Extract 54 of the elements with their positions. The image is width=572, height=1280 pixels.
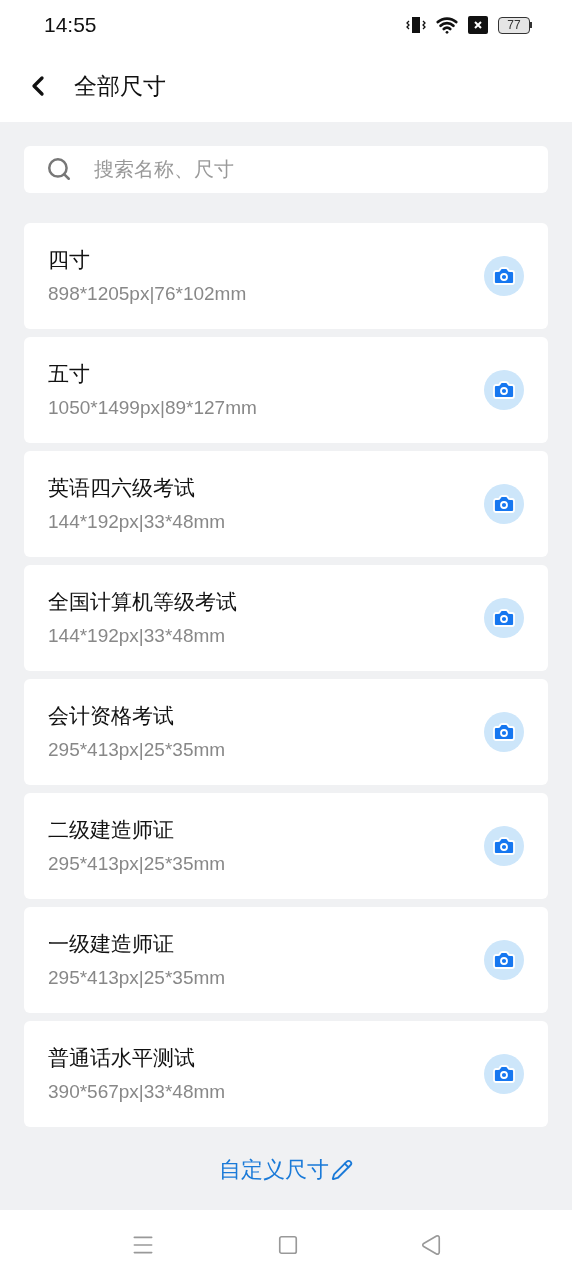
camera-icon [492, 948, 516, 972]
wifi-icon [436, 14, 458, 36]
no-sim-icon [468, 16, 488, 34]
camera-icon [492, 492, 516, 516]
search-field[interactable]: 搜索名称、尺寸 [24, 146, 548, 193]
page-title: 全部尺寸 [74, 71, 166, 101]
search-icon [46, 156, 72, 182]
size-spec: 295*413px|25*35mm [48, 737, 226, 762]
size-spec: 144*192px|33*48mm [48, 623, 227, 648]
status-time: 14:55 [44, 12, 97, 39]
camera-icon [492, 834, 516, 858]
camera-button[interactable] [484, 598, 524, 638]
camera-button[interactable] [484, 712, 524, 752]
size-spec: 144*192px|33*48mm [48, 509, 226, 534]
square-icon [277, 1234, 299, 1256]
pencil-icon [331, 1158, 353, 1181]
camera-icon [492, 264, 516, 288]
custom-size-link[interactable]: 自定义尺寸 [219, 1153, 353, 1186]
camera-button[interactable] [484, 484, 524, 524]
size-card[interactable]: 一级建造师证 295*413px|25*35mm [24, 907, 548, 1013]
camera-button[interactable] [484, 256, 524, 296]
size-name: 五寸 [48, 361, 91, 387]
camera-icon [492, 606, 516, 630]
size-spec: 390*567px|33*48mm [48, 1079, 226, 1104]
size-name: 一级建造师证 [48, 931, 175, 957]
size-name: 英语四六级考试 [48, 475, 196, 501]
camera-button[interactable] [484, 826, 524, 866]
size-card[interactable]: 普通话水平测试 390*567px|33*48mm [24, 1021, 548, 1127]
size-name: 会计资格考试 [48, 703, 175, 729]
size-card[interactable]: 会计资格考试 295*413px|25*35mm [24, 679, 548, 785]
camera-icon [492, 1062, 516, 1086]
size-name: 全国计算机等级考试 [48, 589, 237, 615]
camera-button[interactable] [484, 940, 524, 980]
triangle-icon [420, 1234, 442, 1256]
size-spec: 295*413px|25*35mm [48, 851, 226, 876]
size-spec: 1050*1499px|89*127mm [48, 395, 257, 420]
size-card[interactable]: 四寸 898*1205px|76*102mm [24, 223, 548, 329]
size-card[interactable]: 二级建造师证 295*413px|25*35mm [24, 793, 548, 899]
home-nav-button[interactable] [277, 1234, 299, 1256]
size-card[interactable]: 英语四六级考试 144*192px|33*48mm [24, 451, 548, 557]
camera-button[interactable] [484, 1054, 524, 1094]
camera-icon [492, 720, 516, 744]
size-name: 二级建造师证 [48, 817, 175, 843]
size-card[interactable]: 五寸 1050*1499px|89*127mm [24, 337, 548, 443]
back-nav-button[interactable] [420, 1234, 442, 1256]
size-card[interactable]: 全国计算机等级考试 144*192px|33*48mm [24, 565, 548, 671]
size-spec: 295*413px|25*35mm [48, 965, 226, 990]
camera-icon [492, 378, 516, 402]
camera-button[interactable] [484, 370, 524, 410]
size-name: 普通话水平测试 [48, 1045, 196, 1071]
battery-icon: 77 [498, 16, 532, 34]
size-spec: 898*1205px|76*102mm [48, 281, 247, 306]
vibrate-icon [406, 15, 426, 35]
size-name: 四寸 [48, 247, 91, 273]
